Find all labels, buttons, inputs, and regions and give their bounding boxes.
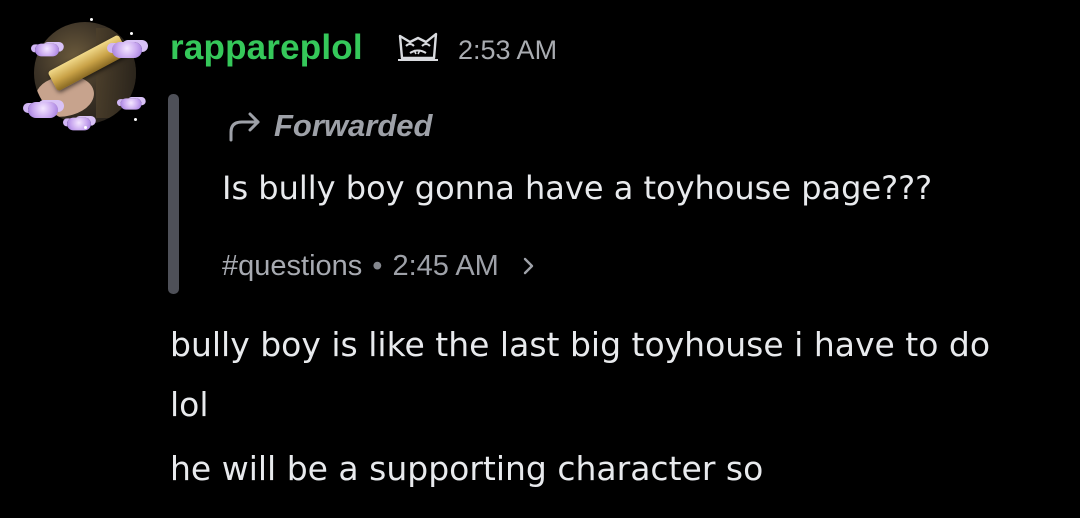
forwarded-channel-link[interactable]: #questions [222,250,362,283]
chevron-right-icon[interactable] [521,254,537,278]
avatar-decoration-cloud-icon [67,117,91,131]
forwarded-label: Forwarded [274,108,433,143]
cat-face-badge-icon[interactable] [396,28,440,64]
forwarded-message-text: Is bully boy gonna have a toyhouse page?… [222,169,933,207]
meta-separator: • [372,249,383,282]
message-line: lol [170,385,209,424]
avatar-decoration-cloud-icon [120,98,142,110]
message-line: he will be a supporting character so [170,449,764,488]
username[interactable]: rappareplol [170,26,363,70]
sparkle-icon [130,32,133,35]
avatar-decoration-cloud-icon [112,42,142,58]
forwarded-header: Forwarded [226,104,432,148]
sparkle-icon [84,126,87,129]
message-timestamp[interactable]: 2:53 AM [458,32,557,68]
message-line: bully boy is like the last big toyhouse … [170,325,991,364]
avatar-decoration-cloud-icon [35,43,59,57]
avatar-decoration-cloud-icon [28,102,58,118]
user-avatar[interactable] [26,14,144,132]
sparkle-icon [134,118,137,121]
sparkle-icon [90,18,93,21]
forward-arrow-icon [229,112,260,142]
forwarded-source[interactable]: #questions • 2:45 AM [222,246,537,286]
forwarded-time: 2:45 AM [392,249,499,282]
forwarded-quote-bar [168,94,179,294]
